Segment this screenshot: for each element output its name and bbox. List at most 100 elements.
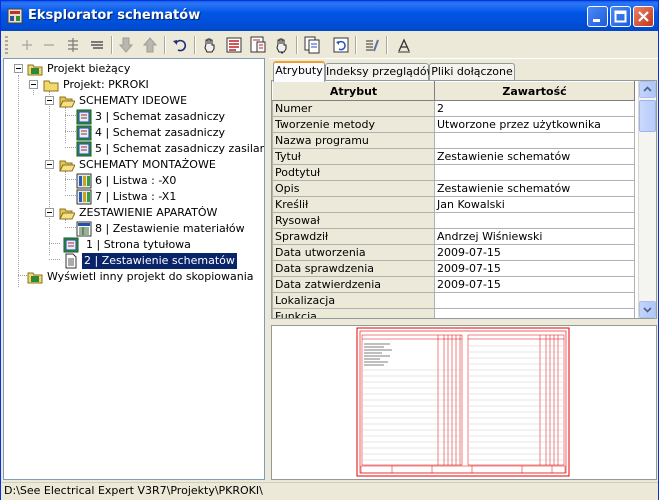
toolbar-grip[interactable] <box>5 36 8 54</box>
edit-list-icon <box>366 39 379 52</box>
edit-list-button[interactable] <box>362 35 382 55</box>
attribute-row[interactable]: Sprawdził Andrzej Wiśniewski <box>272 228 635 245</box>
close-button[interactable] <box>633 6 654 27</box>
collapse-toggle[interactable] <box>45 160 54 169</box>
attribute-name: Sprawdził <box>272 228 435 245</box>
attribute-row[interactable]: Lokalizacja <box>272 292 635 309</box>
attributes-scrollbar[interactable] <box>638 81 656 318</box>
tree-node-page-6[interactable]: 6 | Listwa : -X0 <box>4 173 264 189</box>
add-button[interactable] <box>17 35 37 55</box>
attribute-row[interactable]: Nazwa programu <box>272 132 635 149</box>
attribute-value[interactable] <box>434 292 635 309</box>
tab-strip: Atrybuty Indeksy przeglądów Pliki dołącz… <box>271 61 657 82</box>
attribute-value[interactable] <box>434 308 635 318</box>
scroll-down-button[interactable] <box>639 301 656 318</box>
hand-select-button[interactable] <box>200 35 220 55</box>
attribute-value[interactable] <box>434 212 635 229</box>
attribute-row[interactable]: Funkcja <box>272 308 635 318</box>
attribute-row[interactable]: Data sprawdzenia 2009-07-15 <box>272 260 635 277</box>
tab-pliki-dolaczone[interactable]: Pliki dołączone <box>429 63 515 80</box>
project-tree[interactable]: Projekt bieżący Projekt: PKROKI SCHEMATY… <box>3 58 265 480</box>
tree-node-label: 2 | Zestawienie schematów <box>81 252 238 270</box>
panel-splitter[interactable] <box>265 58 269 480</box>
attribute-row[interactable]: Data zatwierdzenia 2009-07-15 <box>272 276 635 293</box>
tree-node-project-pkroki[interactable]: Projekt: PKROKI <box>4 77 264 93</box>
attribute-name: Tworzenie metody <box>272 116 435 133</box>
toolbar-separator <box>386 36 388 54</box>
attribute-value[interactable]: 2009-07-15 <box>434 244 635 261</box>
collapse-toggle[interactable] <box>45 96 54 105</box>
undo-button[interactable] <box>170 35 190 55</box>
hand-pointer-button[interactable] <box>272 35 292 55</box>
refresh-button[interactable] <box>331 35 351 55</box>
tree-node-page-8[interactable]: 8 | Zestawienie materiałów <box>4 221 264 237</box>
attribute-row[interactable]: Tworzenie metody Utworzone przez użytkown… <box>272 116 635 133</box>
tree-node-label: 6 | Listwa : -X0 <box>95 174 177 187</box>
attribute-value[interactable] <box>434 132 635 149</box>
attribute-name: Nazwa programu <box>272 132 435 149</box>
tree-node-other-project[interactable]: Wyświetl inny projekt do skopiowania <box>4 269 264 285</box>
attribute-value[interactable]: Utworzone przez użytkownika <box>434 116 635 133</box>
attribute-row[interactable]: Numer 2 <box>272 100 635 117</box>
report-button[interactable] <box>224 35 244 55</box>
tree-node-zestawienie-aparatow[interactable]: ZESTAWIENIE APARATÓW <box>4 205 264 221</box>
attribute-value[interactable]: Zestawienie schematów <box>434 180 635 197</box>
tree-node-current-project[interactable]: Projekt bieżący <box>4 61 264 77</box>
attribute-value[interactable] <box>434 164 635 181</box>
attribute-name: Lokalizacja <box>272 292 435 309</box>
tree-node-page-4[interactable]: 4 | Schemat zasadniczy <box>4 125 264 141</box>
tree-node-page-1[interactable]: 1 | Strona tytułowa <box>4 237 264 253</box>
attribute-row[interactable]: Kreślił Jan Kowalski <box>272 196 635 213</box>
attribute-value[interactable]: Andrzej Wiśniewski <box>434 228 635 245</box>
attribute-name: Data zatwierdzenia <box>272 276 435 293</box>
text-button[interactable] <box>394 35 414 55</box>
tree-node-label: 3 | Schemat zasadniczy <box>95 110 226 123</box>
attribute-value[interactable]: 2009-07-15 <box>434 260 635 277</box>
tree-node-page-5[interactable]: 5 | Schemat zasadniczy zasilania <box>4 141 264 157</box>
project-icon <box>27 272 43 284</box>
title-bar[interactable]: Eksplorator schematów <box>1 1 658 31</box>
attribute-row[interactable]: Tytuł Zestawienie schematów <box>272 148 635 165</box>
move-item-button[interactable] <box>63 35 83 55</box>
move-up-button[interactable] <box>140 35 160 55</box>
attribute-value[interactable]: 2 <box>434 100 635 117</box>
attribute-row[interactable]: Podtytuł <box>272 164 635 181</box>
collapse-toggle[interactable] <box>45 208 54 217</box>
tree-node-page-3[interactable]: 3 | Schemat zasadniczy <box>4 109 264 125</box>
copy-page-button[interactable] <box>302 35 322 55</box>
tree-node-page-2[interactable]: 2 | Zestawienie schematów <box>4 252 264 270</box>
attribute-value[interactable]: Zestawienie schematów <box>434 148 635 165</box>
collapse-toggle[interactable] <box>29 80 38 89</box>
tab-indeksy-przegladow[interactable]: Indeksy przeglądów <box>325 63 436 80</box>
attribute-name: Kreślił <box>272 196 435 213</box>
arrow-down-icon <box>643 307 652 313</box>
attribute-row[interactable]: Rysował <box>272 212 635 229</box>
scroll-thumb[interactable] <box>639 100 656 132</box>
tab-atrybuty[interactable]: Atrybuty <box>273 61 325 82</box>
tree-node-label: Projekt: PKROKI <box>63 78 149 91</box>
attribute-row[interactable]: Opis Zestawienie schematów <box>272 180 635 197</box>
maximize-button[interactable] <box>610 6 631 27</box>
toolbar <box>1 31 658 59</box>
hand-pointer-icon <box>276 38 287 54</box>
move-down-button[interactable] <box>116 35 136 55</box>
attribute-value[interactable]: Jan Kowalski <box>434 196 635 213</box>
remove-button[interactable] <box>39 35 59 55</box>
tree-node-schematy-montazowe[interactable]: SCHEMATY MONTAŻOWE <box>4 157 264 173</box>
scroll-up-button[interactable] <box>639 81 656 98</box>
tree-node-schematy-ideowe[interactable]: SCHEMATY IDEOWE <box>4 93 264 109</box>
status-path: D:\See Electrical Expert V3R7\Projekty\P… <box>4 484 263 497</box>
tree-node-page-7[interactable]: 7 | Listwa : -X1 <box>4 189 264 205</box>
tree-node-label: 1 | Strona tytułowa <box>86 238 191 251</box>
column-header-attribute[interactable]: Atrybut <box>272 81 435 101</box>
collapse-toggle[interactable] <box>14 64 23 73</box>
column-header-value[interactable]: Zawartość <box>434 81 635 101</box>
attributes-grid[interactable]: Atrybut Zawartość Numer 2 Tworzenie metody… <box>271 80 657 319</box>
attribute-row[interactable]: Data utworzenia 2009-07-15 <box>272 244 635 261</box>
attribute-value[interactable]: 2009-07-15 <box>434 276 635 293</box>
list-button[interactable] <box>87 35 107 55</box>
document-properties-button[interactable] <box>248 35 268 55</box>
explorer-window: Eksplorator schematów Projekt bieżący Pr… <box>0 0 659 500</box>
page-preview[interactable] <box>271 325 657 480</box>
minimize-button[interactable] <box>587 6 608 27</box>
